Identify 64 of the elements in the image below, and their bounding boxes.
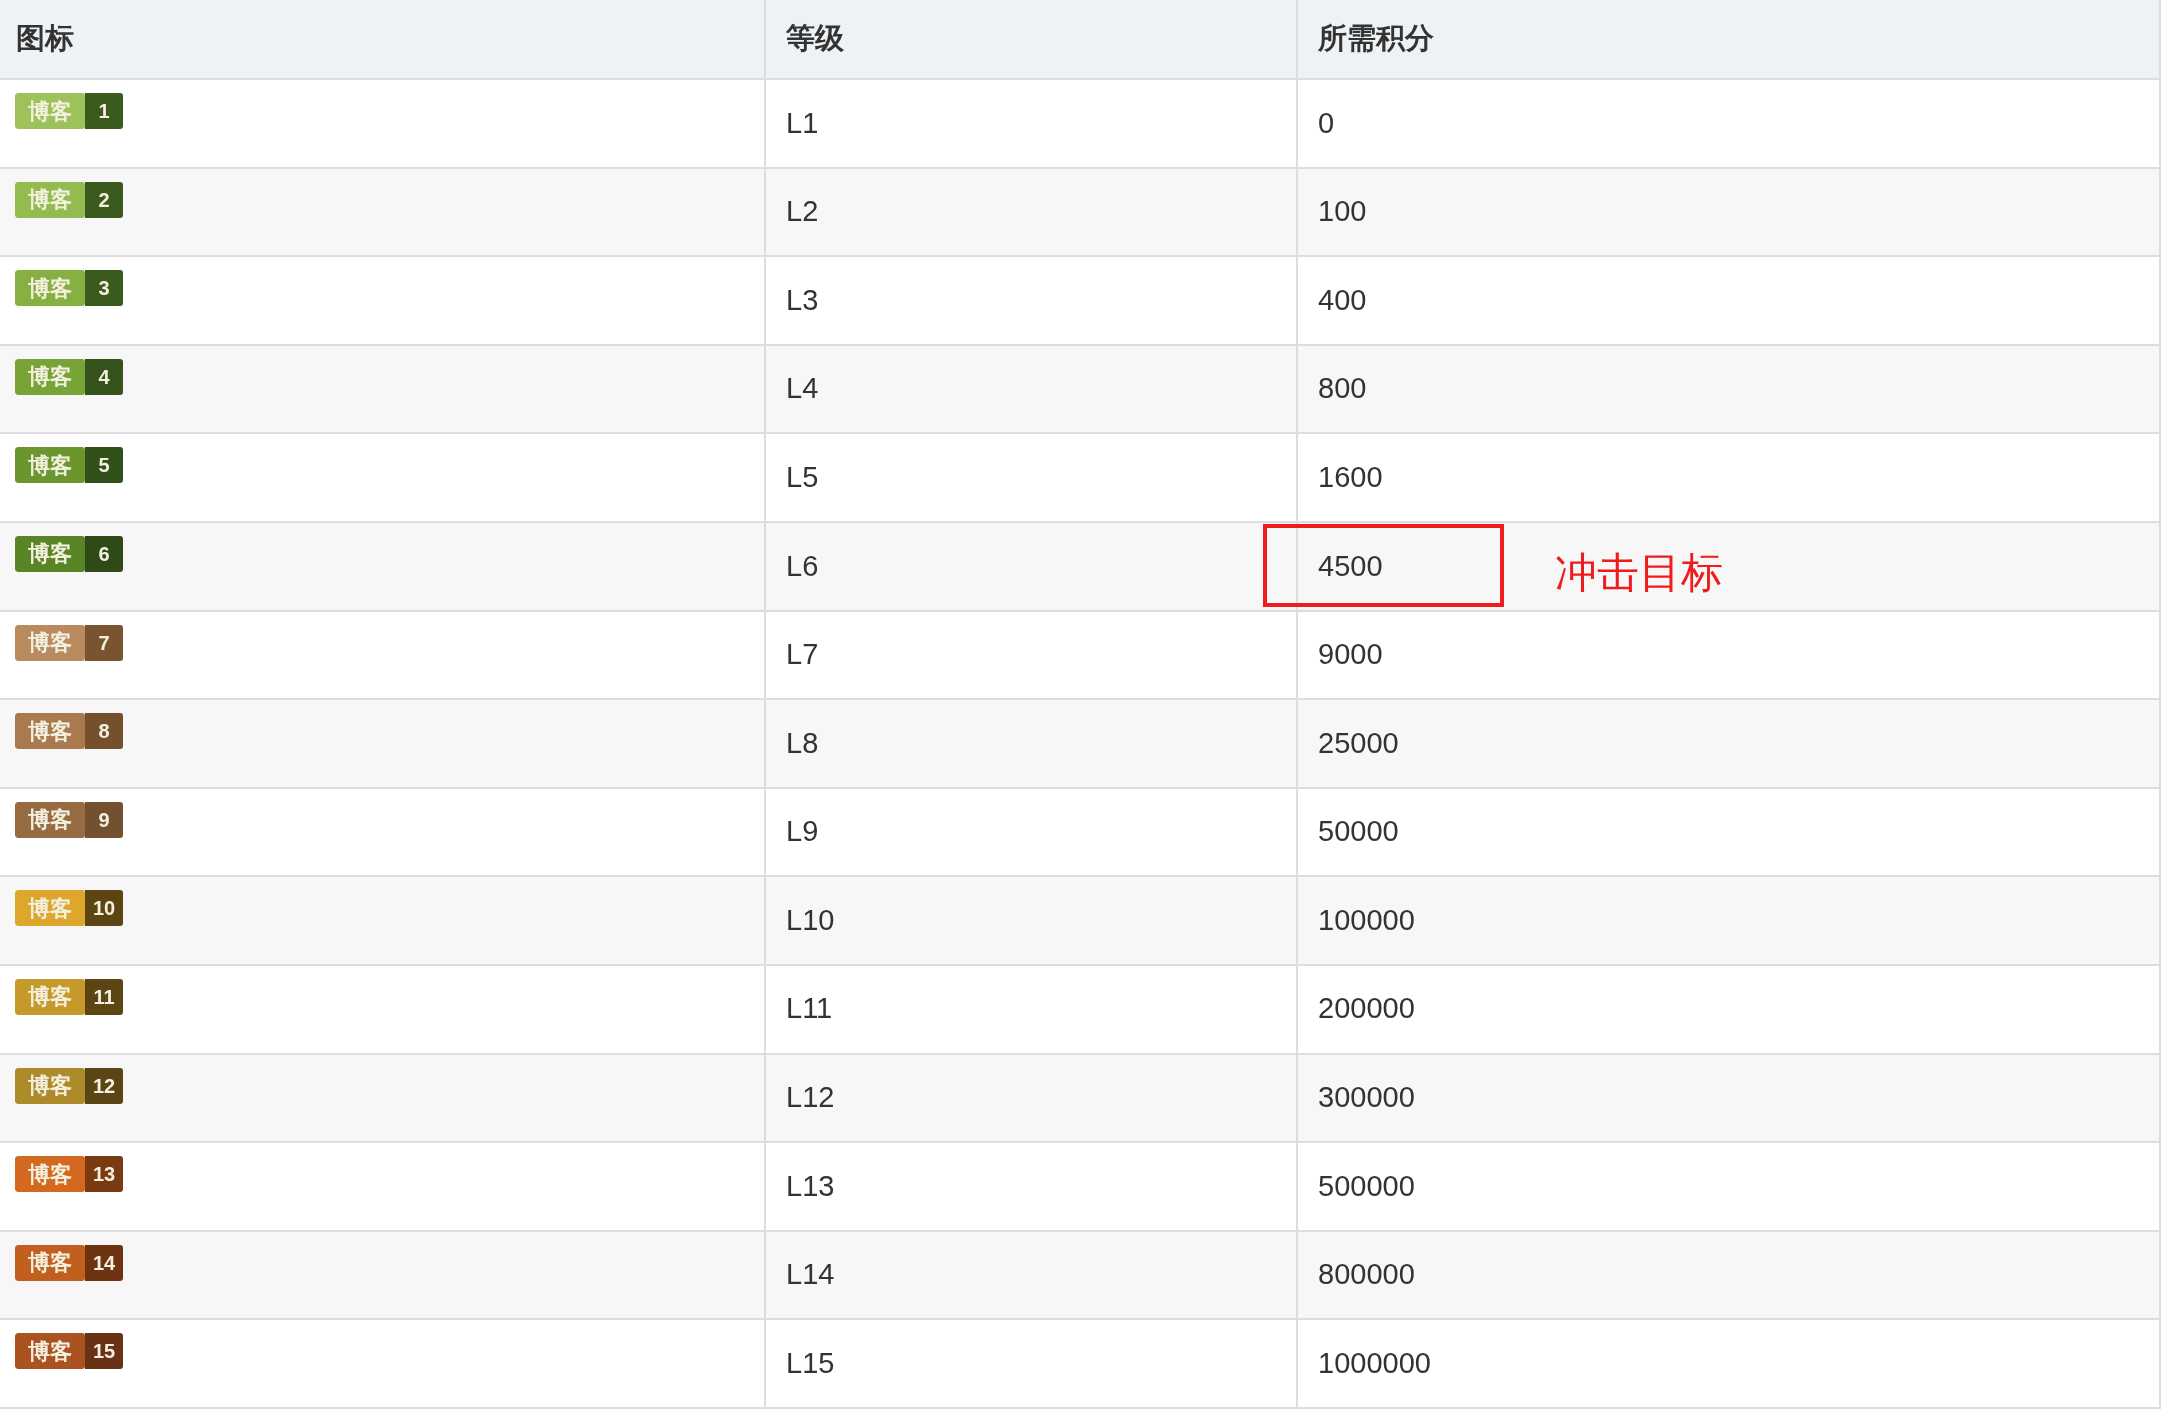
points-text: 50000	[1318, 814, 1399, 850]
badge-number: 5	[85, 447, 123, 484]
badge-label: 博客	[15, 181, 85, 218]
points-text: 25000	[1318, 725, 1399, 761]
badge-number: 3	[85, 270, 123, 307]
badge-label: 博客	[15, 447, 85, 484]
badge-number: 11	[85, 978, 123, 1015]
badge-number: 14	[85, 1244, 123, 1281]
badge-label: 博客	[15, 535, 85, 572]
level-text: L3	[786, 282, 819, 318]
level-text: L14	[786, 1257, 835, 1293]
points-text: 4500	[1318, 548, 1383, 584]
level-text: L2	[786, 194, 819, 230]
level-text: L1	[786, 105, 819, 141]
annotation-text: 冲击目标	[1555, 547, 1723, 598]
badge-label: 博客	[15, 1067, 85, 1104]
points-text: 0	[1318, 105, 1335, 141]
badge-label: 博客	[15, 270, 85, 307]
badge-number: 8	[85, 713, 123, 750]
level-text: L12	[786, 1080, 835, 1116]
column-header: 所需积分	[1318, 21, 1434, 57]
badge-number: 10	[85, 890, 123, 927]
points-text: 800000	[1318, 1257, 1415, 1293]
badge-label: 博客	[15, 1244, 85, 1281]
points-text: 1000000	[1318, 1345, 1431, 1381]
badge-label: 博客	[15, 93, 85, 129]
level-text: L8	[786, 725, 819, 761]
badge-number: 13	[85, 1156, 123, 1193]
level-text: L10	[786, 902, 835, 938]
points-text: 100000	[1318, 902, 1415, 938]
badge-label: 博客	[15, 1156, 85, 1193]
level-text: L13	[786, 1168, 835, 1204]
column-header: 等级	[786, 21, 844, 57]
badge-number: 15	[85, 1333, 123, 1370]
level-text: L6	[786, 548, 819, 584]
badge-number: 9	[85, 801, 123, 838]
points-text: 100	[1318, 194, 1367, 230]
badge-number: 6	[85, 535, 123, 572]
badge-label: 博客	[15, 624, 85, 661]
level-text: L5	[786, 459, 819, 495]
points-text: 400	[1318, 282, 1367, 318]
badge-label: 博客	[15, 713, 85, 750]
level-text: L11	[786, 991, 833, 1027]
level-text: L4	[786, 371, 819, 407]
badge-number: 2	[85, 181, 123, 218]
badge-label: 博客	[15, 978, 85, 1015]
points-text: 800	[1318, 371, 1367, 407]
column-header: 图标	[16, 21, 74, 57]
badge-label: 博客	[15, 890, 85, 927]
points-text: 9000	[1318, 637, 1383, 673]
points-text: 500000	[1318, 1168, 1415, 1204]
points-text: 300000	[1318, 1080, 1415, 1116]
badge-label: 博客	[15, 1333, 85, 1370]
badge-label: 博客	[15, 801, 85, 838]
badge-number: 4	[85, 358, 123, 395]
badge-number: 7	[85, 624, 123, 661]
points-text: 1600	[1318, 459, 1383, 495]
badge-number: 12	[85, 1067, 123, 1104]
level-text: L9	[786, 814, 819, 850]
points-text: 200000	[1318, 991, 1415, 1027]
badge-number: 1	[85, 93, 123, 129]
level-text: L7	[786, 637, 819, 673]
level-text: L15	[786, 1345, 835, 1381]
badge-label: 博客	[15, 358, 85, 395]
